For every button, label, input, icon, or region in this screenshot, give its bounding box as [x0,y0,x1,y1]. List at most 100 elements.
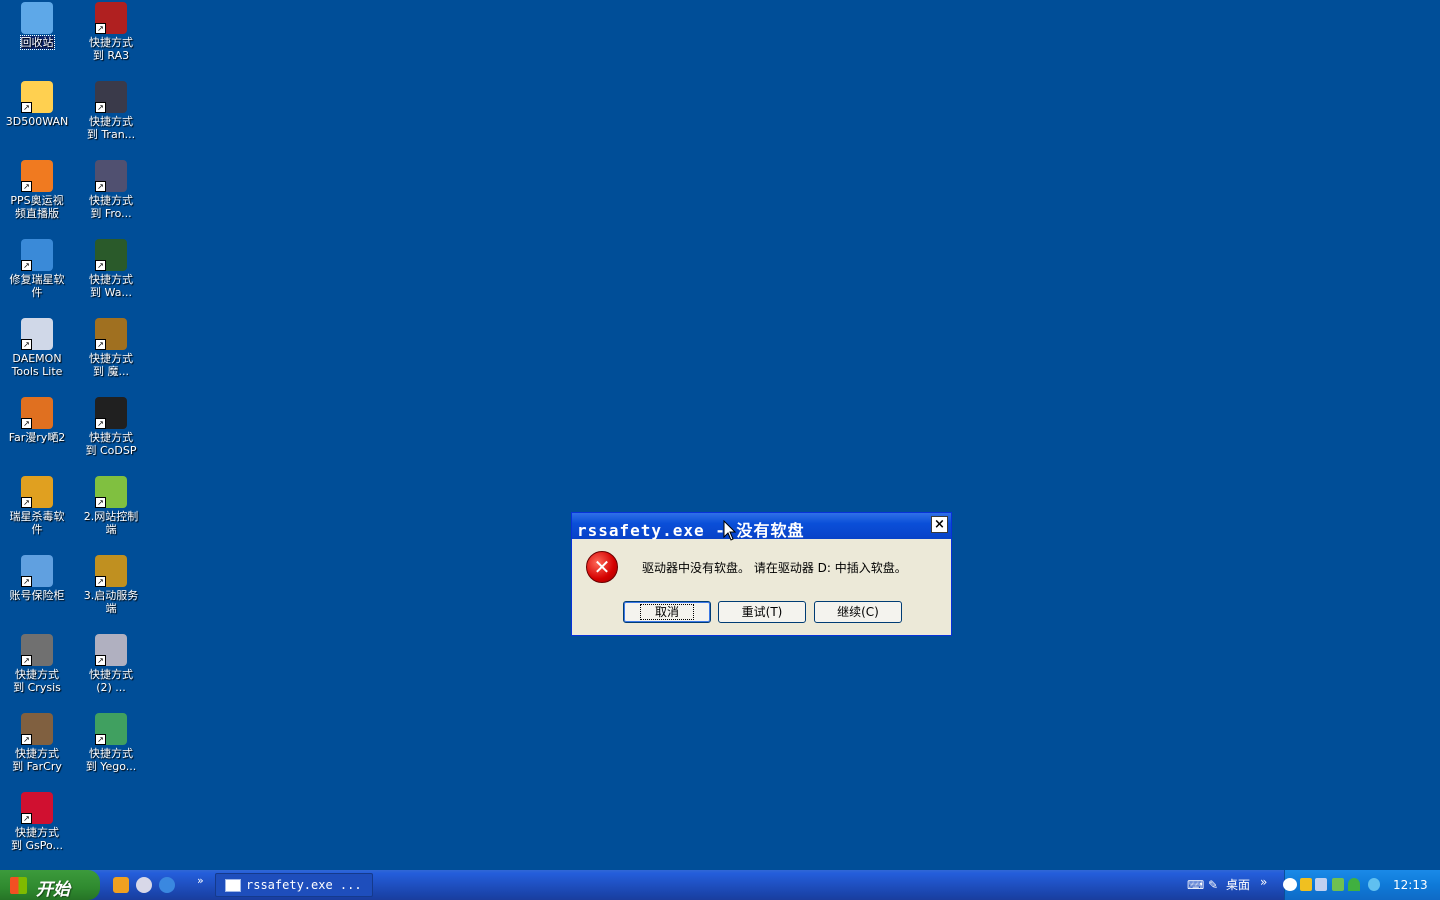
windows-logo-icon [10,877,27,894]
desktop-shortcut-label: 账号保险柜 [9,589,65,602]
system-tray: 12:13 [1283,870,1440,900]
desktop-shortcut[interactable]: ↗ 账号保险柜 [0,555,75,602]
desktop-shortcut[interactable]: ↗ PPS奥运视 频直播版 [0,160,75,220]
task-button-rssafety[interactable]: rssafety.exe ... [215,873,373,897]
desktop-shortcut-label: 快捷方式 到 GsPo... [10,826,64,852]
desktop-shortcut-label: 快捷方式 (2) ... [89,668,133,694]
quicklaunch-chevron-icon[interactable]: » [197,874,204,887]
close-icon[interactable]: × [931,516,948,533]
desktop-shortcut-label: PPS奥运视 频直播版 [10,194,64,220]
shortcut-arrow-icon: ↗ [95,734,106,745]
window-icon [225,879,241,892]
desktop-shortcut-label: 修复瑞星软 件 [9,273,65,299]
crysis-icon: ↗ [21,634,53,666]
desktop-shortcut-label: DAEMON Tools Lite [11,352,63,378]
shortcut-arrow-icon: ↗ [21,102,32,113]
sync-icon[interactable] [1368,878,1380,891]
desktop-shortcut[interactable]: ↗ DAEMON Tools Lite [0,318,75,378]
dialog-titlebar[interactable]: rssafety.exe - 没有软盘 × [572,513,951,540]
daemon-tools-icon: ↗ [21,318,53,350]
shortcut-arrow-icon: ↗ [95,260,106,271]
desktop-shortcut[interactable]: 回收站 [0,2,75,50]
warcraft-icon: ↗ [95,239,127,271]
rising-antivirus-icon: ↗ [21,476,53,508]
umbrella-icon[interactable] [1348,878,1360,891]
desktop-shortcut[interactable]: ↗ 快捷方式 到 Tran... [73,81,149,141]
red-alert-3-icon: ↗ [95,2,127,34]
desktop-shortcut-label: 快捷方式 到 魔... [89,352,133,378]
shortcut-arrow-icon: ↗ [21,181,32,192]
shortcut-arrow-icon: ↗ [21,497,32,508]
desktop-shortcut-label: 快捷方式 到 RA3 [89,36,133,62]
desktop-shortcut[interactable]: ↗ 快捷方式 到 RA3 [73,2,149,62]
keyboard-icon[interactable]: ⌨ [1187,870,1204,900]
cancel-button[interactable]: 取消 [623,601,711,623]
desktop-shortcut[interactable]: ↗ 快捷方式 到 FarCry [0,713,75,773]
farcry2-icon: ↗ [21,397,53,429]
shortcut-arrow-icon: ↗ [21,734,32,745]
desktop-shortcut-label: 快捷方式 到 Crysis [13,668,61,694]
transformers-icon: ↗ [95,81,127,113]
desktop-shortcut[interactable]: ↗ Far漫ry嗮2 [0,397,75,444]
security-icon[interactable] [1332,878,1344,891]
qq-icon[interactable] [113,877,129,893]
clock[interactable]: 12:13 [1393,870,1428,900]
desktop-shortcut[interactable]: ↗ 瑞星杀毒软 件 [0,476,75,536]
desktop-shortcut-label: 快捷方式 到 Tran... [86,115,136,141]
yego-icon: ↗ [95,713,127,745]
frozen-throne-icon: ↗ [95,160,127,192]
start-label: 开始 [36,880,70,900]
desktop-shortcut-label: 快捷方式 到 Fro... [89,194,133,220]
desktop-shortcut[interactable]: ↗ 快捷方式 到 CoDSP [73,397,149,457]
cancel-button-label: 取消 [639,604,695,620]
taskbar: 开始 » rssafety.exe ... ⌨ ✎ 桌面 » 12:13 [0,870,1440,900]
desktop-shortcut[interactable]: ↗ 2.网站控制 端 [73,476,149,536]
desktop-shortcut-label: 快捷方式 到 CoDSP [85,431,137,457]
continue-button[interactable]: 继续(C) [814,601,902,623]
tray-expand-icon[interactable] [1283,878,1297,891]
shortcut-arrow-icon: ↗ [95,339,106,350]
desktop-toolbar-label[interactable]: 桌面 [1226,870,1250,900]
media-player-icon[interactable] [136,877,152,893]
desktop-shortcut[interactable]: ↗ 3D500WAN [0,81,75,128]
desktop-shortcut[interactable]: ↗ 快捷方式 (2) ... [73,634,149,694]
desktop-shortcut[interactable]: ↗ 快捷方式 到 魔... [73,318,149,378]
cod-icon: ↗ [95,397,127,429]
desktop-shortcut-label: 3D500WAN [5,115,69,128]
shortcut-arrow-icon: ↗ [21,813,32,824]
desktop-shortcut[interactable]: ↗ 快捷方式 到 Wa... [73,239,149,299]
mouse-cursor-icon [723,520,737,541]
desktop-shortcut-label: 快捷方式 到 Wa... [89,273,133,299]
internet-explorer-icon[interactable] [159,877,175,893]
shortcut-arrow-icon: ↗ [95,23,106,34]
farcry-icon: ↗ [21,713,53,745]
shortcut-arrow-icon: ↗ [21,339,32,350]
pen-icon[interactable]: ✎ [1208,870,1218,900]
shortcut-arrow-icon: ↗ [95,181,106,192]
desktop-shortcut[interactable]: ↗ 修复瑞星软 件 [0,239,75,299]
desktop-chevron-icon[interactable]: » [1260,870,1267,900]
shortcut-arrow-icon: ↗ [95,655,106,666]
network-icon[interactable] [1315,878,1327,891]
retry-button[interactable]: 重试(T) [718,601,806,623]
shortcut-arrow-icon: ↗ [21,655,32,666]
shortcut-2-icon: ↗ [95,634,127,666]
desktop-shortcut-label: 回收站 [19,35,55,50]
desktop-shortcut[interactable]: ↗ 快捷方式 到 Crysis [0,634,75,694]
start-button[interactable]: 开始 [0,870,100,900]
desktop-shortcut[interactable]: ↗ 快捷方式 到 Fro... [73,160,149,220]
desktop-shortcut[interactable]: ↗ 快捷方式 到 Yego... [73,713,149,773]
shortcut-arrow-icon: ↗ [21,576,32,587]
desktop-shortcut[interactable]: ↗ 快捷方式 到 GsPo... [0,792,75,852]
desktop-shortcut[interactable]: ↗ 3.启动服务 端 [73,555,149,615]
desktop-shortcut-label: 瑞星杀毒软 件 [9,510,65,536]
magic-game-icon: ↗ [95,318,127,350]
shortcut-arrow-icon: ↗ [21,418,32,429]
gspo-icon: ↗ [21,792,53,824]
shortcut-arrow-icon: ↗ [21,260,32,271]
site-control-icon: ↗ [95,476,127,508]
desktop-shortcut-label: 快捷方式 到 Yego... [85,747,137,773]
warning-icon[interactable] [1300,878,1312,891]
3d500wan-icon: ↗ [21,81,53,113]
account-safe-icon: ↗ [21,555,53,587]
